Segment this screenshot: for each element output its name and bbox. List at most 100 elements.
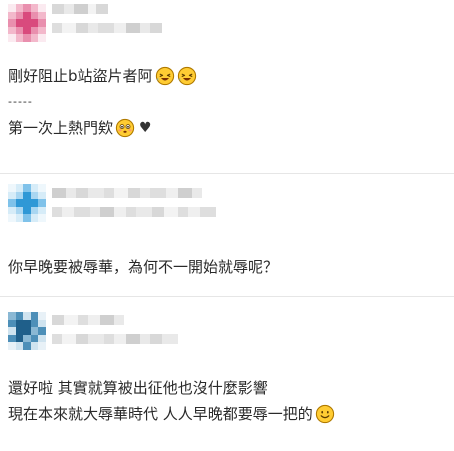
commenter-name-blurred[interactable] <box>52 4 162 14</box>
flushed-emoji-icon <box>115 118 135 138</box>
mosaic-block <box>52 4 64 14</box>
mosaic-block <box>136 207 152 217</box>
smile-emoji-icon <box>315 404 334 424</box>
mosaic-block <box>104 334 114 344</box>
avatar-pixel <box>15 342 24 350</box>
mosaic-block <box>64 4 74 14</box>
avatar-pixel <box>8 19 16 27</box>
mosaic-block <box>126 23 140 33</box>
avatar-pixel <box>8 327 16 335</box>
avatar[interactable] <box>8 312 46 350</box>
avatar-pixel <box>30 4 39 12</box>
mosaic-block <box>76 23 88 33</box>
comment-body: 你早晚要被辱華，為何不一開始就辱呢？ <box>8 254 278 280</box>
avatar-pixel <box>23 184 31 192</box>
mosaic-block <box>52 334 62 344</box>
mosaic-block <box>88 23 98 33</box>
comment-line: 還好啦 其實就算被出征他也沒什麼影響 <box>8 375 335 401</box>
avatar-pixel <box>8 191 16 200</box>
avatar-pixel <box>23 4 31 12</box>
avatar-pixel <box>15 19 24 27</box>
commenter-meta-blurred <box>52 188 216 226</box>
avatar-pixel <box>30 26 39 35</box>
avatar-pixel <box>23 312 31 320</box>
avatar-pixel <box>8 214 16 222</box>
mosaic-block <box>76 188 88 198</box>
avatar-pixel <box>38 312 46 320</box>
avatar-pixel <box>8 312 16 320</box>
mosaic-block <box>114 23 126 33</box>
mosaic-block <box>126 207 136 217</box>
mosaic-block <box>88 334 104 344</box>
avatar-pixel <box>15 26 24 35</box>
comment-text: 你早晚要被辱華，為何不一開始就辱呢？ <box>8 258 279 276</box>
mosaic-block <box>98 23 114 33</box>
avatar-pixel <box>38 334 46 343</box>
avatar-pixel <box>23 26 31 35</box>
mosaic-block <box>178 207 188 217</box>
avatar-pixel <box>38 327 46 335</box>
avatar-pixel <box>23 11 31 20</box>
mosaic-block <box>200 207 216 217</box>
commenter-meta-blurred <box>52 315 178 353</box>
commenter-name-blurred[interactable] <box>52 188 216 198</box>
avatar-pixel <box>8 319 16 328</box>
mosaic-block <box>100 315 114 325</box>
avatar-pixel <box>15 327 24 335</box>
avatar-pixel <box>8 34 16 42</box>
mosaic-block <box>114 315 124 325</box>
mosaic-block <box>88 4 96 14</box>
avatar-pixel <box>38 4 46 12</box>
mosaic-block <box>78 315 88 325</box>
avatar-pixel <box>38 19 46 27</box>
avatar-pixel <box>30 199 39 207</box>
mosaic-block <box>150 23 162 33</box>
avatar-pixel <box>38 191 46 200</box>
comment-info-blurred <box>52 23 162 33</box>
mosaic-block <box>104 188 114 198</box>
mosaic-block <box>188 207 200 217</box>
comment-feed: 剛好阻止b站盜片者阿 ----- 第一次上熱門欸 ♥ 你早晚要被辱華，為何不一開… <box>0 0 454 451</box>
avatar-pixel <box>15 319 24 328</box>
avatar-pixel <box>30 319 39 328</box>
avatar-pixel <box>15 184 24 192</box>
mosaic-block <box>114 188 128 198</box>
avatar-pixel <box>23 327 31 335</box>
rofl-emoji-icon <box>155 66 174 86</box>
commenter-name-blurred[interactable] <box>52 315 178 325</box>
avatar-pixel <box>38 11 46 20</box>
avatar-pixel <box>15 206 24 215</box>
mosaic-block <box>62 23 76 33</box>
avatar-pixel <box>30 11 39 20</box>
avatar-pixel <box>15 312 24 320</box>
mosaic-block <box>62 334 76 344</box>
avatar-pixel <box>15 191 24 200</box>
avatar-pixel <box>8 4 16 12</box>
mosaic-block <box>52 207 62 217</box>
mosaic-block <box>152 207 164 217</box>
comment-body: 剛好阻止b站盜片者阿 ----- 第一次上熱門欸 ♥ <box>8 63 197 141</box>
comment-item: 剛好阻止b站盜片者阿 ----- 第一次上熱門欸 ♥ <box>0 0 454 173</box>
avatar-pixel <box>23 191 31 200</box>
mosaic-block <box>126 334 140 344</box>
avatar-pixel <box>23 206 31 215</box>
mosaic-block <box>140 23 150 33</box>
avatar-pixel <box>38 34 46 42</box>
mosaic-block <box>66 188 76 198</box>
avatar-pixel <box>38 342 46 350</box>
avatar[interactable] <box>8 184 46 222</box>
mosaic-block <box>140 334 150 344</box>
avatar-pixel <box>38 319 46 328</box>
avatar-pixel <box>8 184 16 192</box>
avatar-pixel <box>30 334 39 343</box>
comment-item: 還好啦 其實就算被出征他也沒什麼影響 現在本來就大辱華時代 人人早晚都要辱一把的 <box>0 297 454 451</box>
comment-text: 現在本來就大辱華時代 人人早晚都要辱一把的 <box>8 405 313 423</box>
comment-line: 現在本來就大辱華時代 人人早晚都要辱一把的 <box>8 401 335 427</box>
avatar-pixel <box>8 11 16 20</box>
avatar-pixel <box>23 34 31 42</box>
avatar-pixel <box>8 206 16 215</box>
mosaic-block <box>74 4 88 14</box>
avatar-pixel <box>15 334 24 343</box>
avatar[interactable] <box>8 4 46 42</box>
mosaic-block <box>140 188 150 198</box>
